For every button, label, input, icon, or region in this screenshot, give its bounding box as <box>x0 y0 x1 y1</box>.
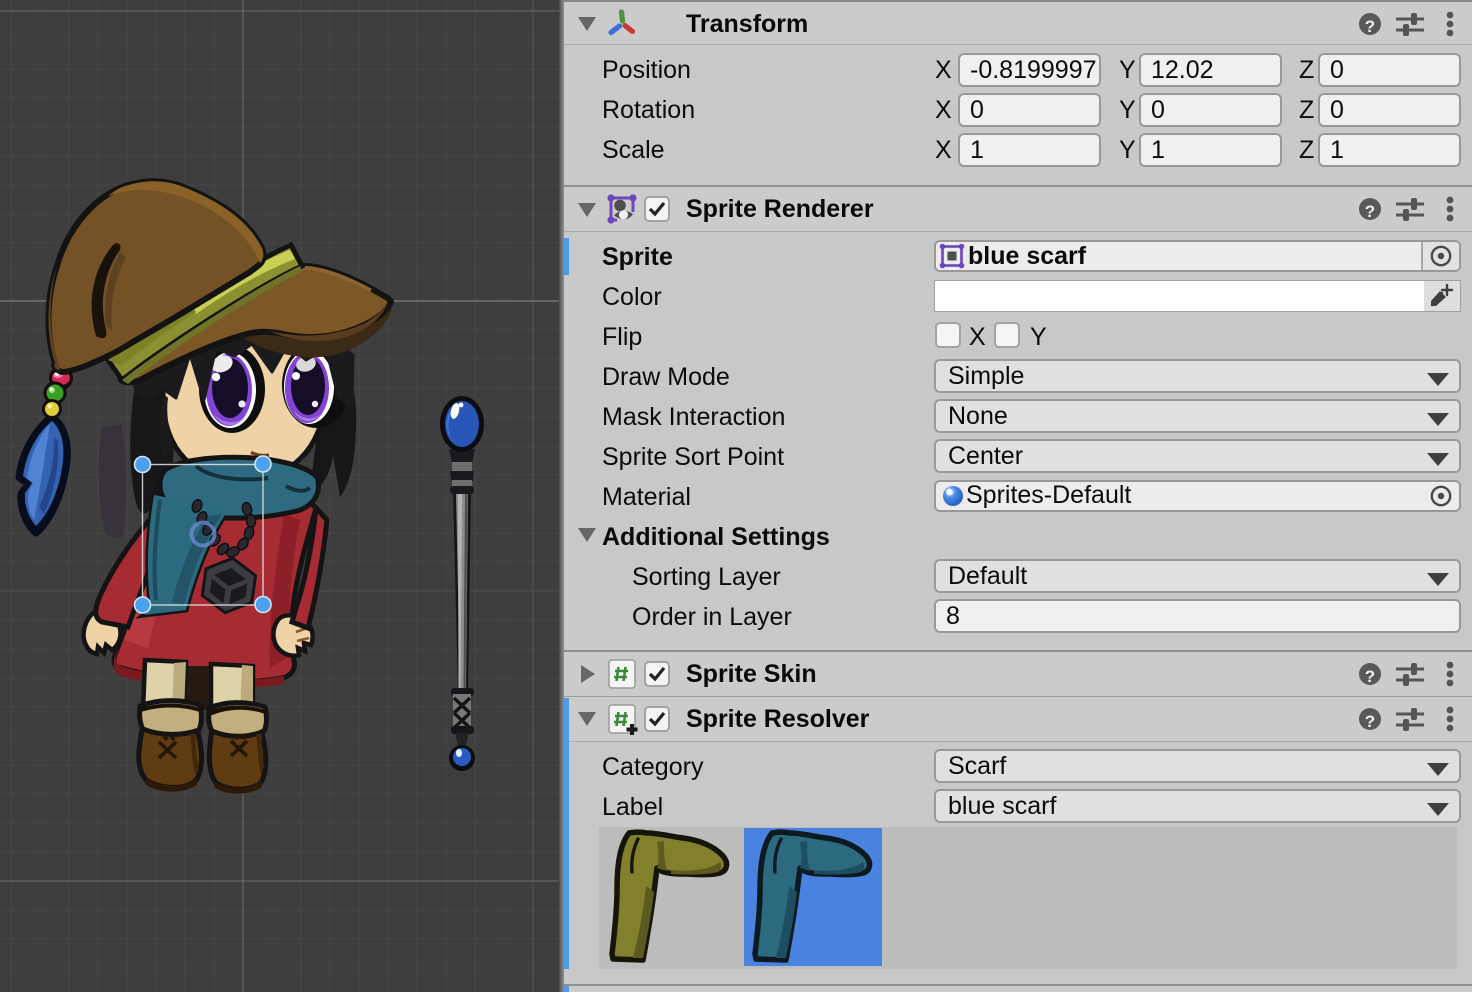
svg-text:?: ? <box>1365 17 1375 36</box>
svg-text:?: ? <box>1365 667 1375 686</box>
svg-text:?: ? <box>1365 712 1375 731</box>
svg-text:?: ? <box>1365 202 1375 221</box>
